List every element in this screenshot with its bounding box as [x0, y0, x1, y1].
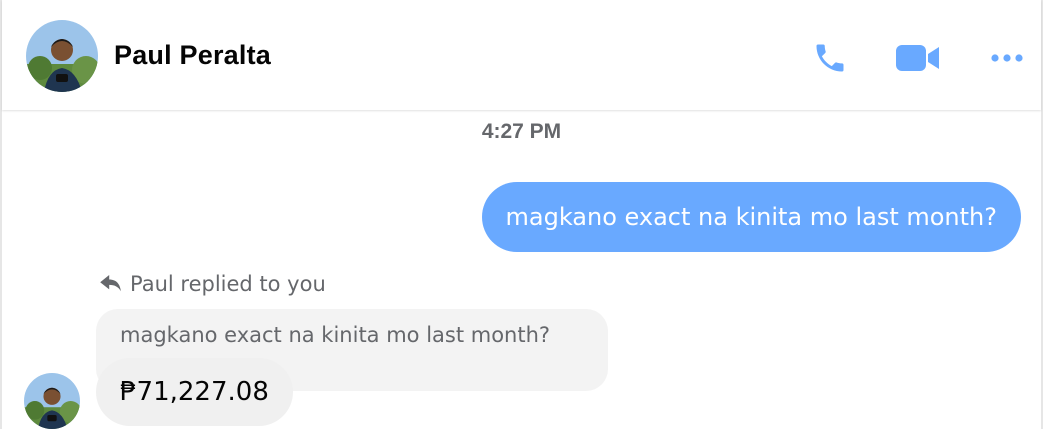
outgoing-message-bubble[interactable]: magkano exact na kinita mo last month?	[481, 182, 1021, 252]
avatar[interactable]	[26, 20, 98, 92]
avatar-photo-icon	[24, 373, 80, 429]
more-options-button[interactable]	[985, 36, 1029, 80]
reply-indicator: Paul replied to you	[100, 272, 326, 296]
reply-arrow-icon	[100, 275, 121, 292]
phone-icon	[816, 44, 844, 72]
avatar-photo-icon	[26, 20, 98, 92]
call-button[interactable]	[808, 36, 852, 80]
more-dots-icon	[991, 54, 1023, 62]
quoted-message-text: magkano exact na kinita mo last month?	[120, 323, 551, 347]
video-call-button[interactable]	[896, 36, 940, 80]
video-camera-icon	[896, 45, 939, 71]
conversation-header: Paul Peralta	[2, 0, 1041, 110]
reply-label-text: Paul replied to you	[130, 272, 326, 296]
incoming-message-text: ₱71,227.08	[120, 377, 269, 407]
chat-window: Paul Peralta 4:27 PM magkano exact na ki…	[0, 0, 1043, 429]
sender-avatar[interactable]	[24, 373, 80, 429]
incoming-message-bubble[interactable]: ₱71,227.08	[96, 358, 293, 426]
outgoing-message-text: magkano exact na kinita mo last month?	[505, 203, 998, 231]
message-timestamp: 4:27 PM	[481, 120, 562, 143]
contact-name[interactable]: Paul Peralta	[114, 40, 271, 71]
